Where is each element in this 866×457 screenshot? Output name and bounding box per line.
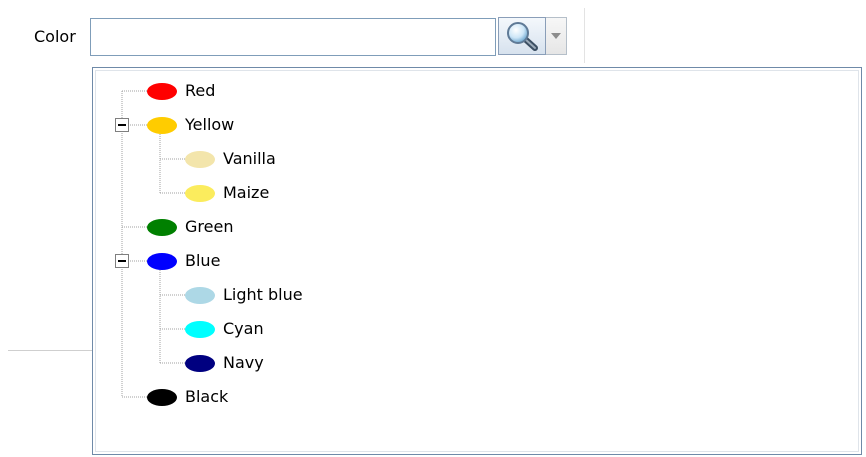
chevron-down-icon <box>551 33 561 39</box>
tree-node-label: Navy <box>223 353 264 372</box>
tree-node-cyan[interactable]: Cyan <box>185 317 264 341</box>
dropdown-button[interactable] <box>546 17 567 55</box>
color-input[interactable] <box>90 18 496 56</box>
color-swatch-icon <box>147 82 177 100</box>
tree-node-label: Red <box>185 81 216 100</box>
tree-node-label: Blue <box>185 251 221 270</box>
collapse-toggle[interactable] <box>115 254 129 268</box>
tree-node-navy[interactable]: Navy <box>185 351 264 375</box>
tree-node-label: Black <box>185 387 229 406</box>
tree-node-label: Maize <box>223 183 270 202</box>
color-swatch-icon <box>147 252 177 270</box>
color-swatch-icon <box>147 388 177 406</box>
tree-node-label: Cyan <box>223 319 264 338</box>
color-tree: Red Yellow Vanilla Maize Green Blue Light blue… <box>95 70 859 452</box>
color-swatch-icon <box>147 218 177 236</box>
collapse-toggle[interactable] <box>115 118 129 132</box>
magnifier-icon <box>507 22 538 51</box>
tree-node-black[interactable]: Black <box>147 385 228 409</box>
toolbar-divider <box>584 8 585 63</box>
panel-divider <box>8 350 94 351</box>
tree-node-label: Light blue <box>223 285 303 304</box>
tree-node-label: Yellow <box>185 115 235 134</box>
tree-node-vanilla[interactable]: Vanilla <box>185 147 276 171</box>
tree-node-label: Green <box>185 217 234 236</box>
color-swatch-icon <box>147 116 177 134</box>
tree-node-green[interactable]: Green <box>147 215 233 239</box>
color-swatch-icon <box>185 286 215 304</box>
tree-node-blue[interactable]: Blue <box>147 249 220 273</box>
color-field-label: Color <box>34 27 76 46</box>
tree-node-red[interactable]: Red <box>147 79 215 103</box>
color-swatch-icon <box>185 184 215 202</box>
color-swatch-icon <box>185 354 215 372</box>
tree-node-light-blue[interactable]: Light blue <box>185 283 303 307</box>
tree-node-maize[interactable]: Maize <box>185 181 269 205</box>
tree-node-label: Vanilla <box>223 149 276 168</box>
color-swatch-icon <box>185 150 215 168</box>
tree-node-yellow[interactable]: Yellow <box>147 113 234 137</box>
color-swatch-icon <box>185 320 215 338</box>
color-tree-popup: Red Yellow Vanilla Maize Green Blue Light blue… <box>92 67 862 455</box>
search-button[interactable] <box>498 17 546 55</box>
